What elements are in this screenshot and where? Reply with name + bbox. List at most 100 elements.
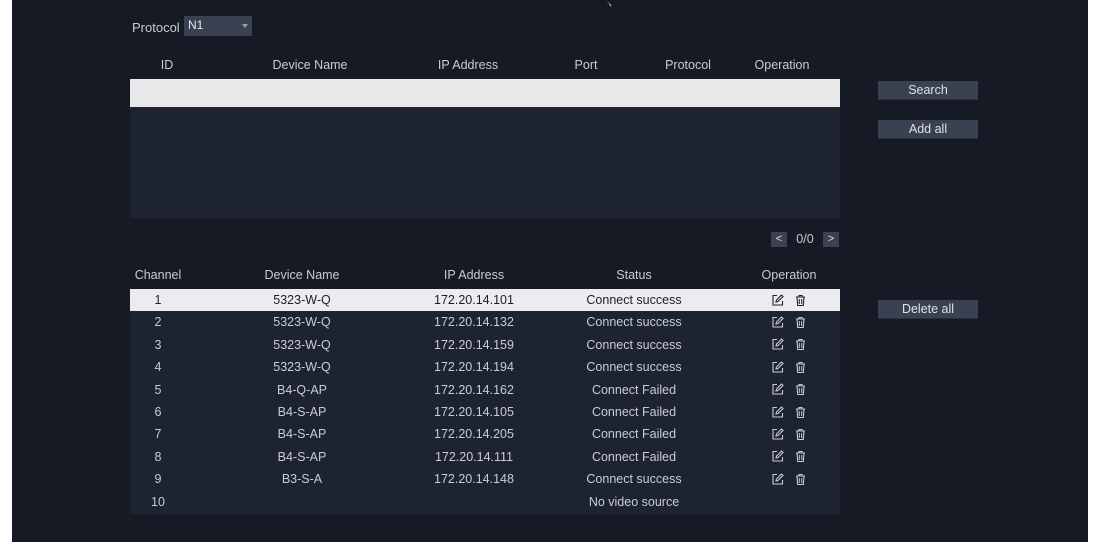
device-name: B4-S-AP <box>277 405 327 419</box>
ip-address: 172.20.14.148 <box>434 472 514 487</box>
search-results-panel <box>130 107 840 218</box>
device-name: B4-S-AP <box>277 427 327 442</box>
channel-table-body: 1 5323-W-Q 172.20.14.101 Connect success 2 53… <box>130 289 840 514</box>
edit-icon[interactable] <box>771 405 784 419</box>
table-row[interactable]: 6 B4-S-AP 172.20.14.105 Connect Failed <box>130 401 840 423</box>
col-device-name: Device Name <box>272 58 348 72</box>
device-name: 5323-W-Q <box>273 360 331 375</box>
channel-number: 6 <box>154 405 162 419</box>
col-device-name: Device Name <box>264 268 340 282</box>
table-row[interactable]: 9 B3-S-A 172.20.14.148 Connect success <box>130 468 840 490</box>
ip-address: 172.20.14.159 <box>434 337 514 352</box>
channel-number: 9 <box>154 472 162 487</box>
search-button[interactable]: Search <box>878 81 978 100</box>
trash-icon[interactable] <box>794 316 807 329</box>
protocol-select-value: N1 <box>188 18 204 32</box>
row-operations <box>738 360 840 374</box>
mouse-cursor-icon <box>606 0 613 8</box>
row-operations <box>738 428 840 441</box>
ip-address: 172.20.14.101 <box>434 293 514 307</box>
row-operations <box>738 405 840 419</box>
ip-address: 172.20.14.194 <box>434 360 514 375</box>
trash-icon[interactable] <box>794 473 807 486</box>
edit-icon[interactable] <box>771 383 784 396</box>
table-row[interactable]: 2 5323-W-Q 172.20.14.132 Connect success <box>130 311 840 333</box>
row-operations <box>738 293 840 307</box>
page-indicator: 0/0 <box>796 232 814 246</box>
ip-address: 172.20.14.162 <box>434 382 514 397</box>
ip-address: 172.20.14.132 <box>434 315 514 330</box>
chevron-down-icon <box>242 24 248 28</box>
device-name: 5323-W-Q <box>273 337 331 352</box>
col-status: Status <box>616 268 652 282</box>
delete-all-button[interactable]: Delete all <box>878 300 978 319</box>
row-operations <box>738 472 840 486</box>
device-name: B4-Q-AP <box>276 382 327 397</box>
edit-icon[interactable] <box>771 316 784 329</box>
search-table-header: ID Device Name IP Address Port Protocol … <box>130 54 840 76</box>
device-name: B4-S-AP <box>277 449 327 464</box>
next-page-button[interactable]: > <box>823 231 839 247</box>
status-text: Connect success <box>586 293 682 307</box>
channel-number: 3 <box>154 337 162 352</box>
edit-icon[interactable] <box>771 338 784 351</box>
table-row[interactable]: 7 B4-S-AP 172.20.14.205 Connect Failed <box>130 423 840 445</box>
row-operations <box>738 383 840 396</box>
device-name: 5323-W-Q <box>273 293 331 307</box>
row-operations <box>738 338 840 351</box>
channel-number: 10 <box>151 494 165 509</box>
status-text: Connect Failed <box>591 427 677 442</box>
status-text: No video source <box>588 494 680 509</box>
edit-icon[interactable] <box>771 450 784 463</box>
trash-icon[interactable] <box>794 406 807 419</box>
status-text: Connect success <box>586 337 682 352</box>
channel-number: 8 <box>154 449 162 464</box>
row-operations <box>738 316 840 329</box>
device-name: 5323-W-Q <box>273 315 331 330</box>
trash-icon[interactable] <box>794 294 807 307</box>
col-id: ID <box>160 58 174 72</box>
protocol-select[interactable]: N1 <box>184 16 252 36</box>
trash-icon[interactable] <box>794 338 807 351</box>
edit-icon[interactable] <box>771 428 784 441</box>
col-port: Port <box>574 58 598 72</box>
channel-number: 1 <box>154 293 162 307</box>
protocol-label: Protocol <box>132 20 180 35</box>
search-result-row-selected[interactable] <box>130 79 840 107</box>
edit-icon[interactable] <box>771 360 784 374</box>
trash-icon[interactable] <box>794 428 807 441</box>
col-operation: Operation <box>754 58 810 72</box>
device-name: B3-S-A <box>281 472 323 487</box>
trash-icon[interactable] <box>794 450 807 463</box>
table-row[interactable]: 10 No video source <box>130 491 840 513</box>
channel-table-header: Channel Device Name IP Address Status Op… <box>130 264 840 286</box>
col-protocol: Protocol <box>665 58 711 72</box>
trash-icon[interactable] <box>794 361 807 374</box>
trash-icon[interactable] <box>794 383 807 396</box>
status-text: Connect success <box>586 472 682 487</box>
table-row[interactable]: 8 B4-S-AP 172.20.14.111 Connect Failed <box>130 446 840 468</box>
status-text: Connect Failed <box>591 382 677 397</box>
ip-address: 172.20.14.111 <box>434 449 514 464</box>
col-ip-address: IP Address <box>437 58 499 72</box>
table-row[interactable]: 1 5323-W-Q 172.20.14.101 Connect success <box>130 289 840 311</box>
table-row[interactable]: 3 5323-W-Q 172.20.14.159 Connect success <box>130 334 840 356</box>
table-row[interactable]: 4 5323-W-Q 172.20.14.194 Connect success <box>130 356 840 378</box>
status-text: Connect success <box>586 360 682 375</box>
prev-page-button[interactable]: < <box>771 231 787 247</box>
ip-address: 172.20.14.105 <box>434 405 514 419</box>
channel-number: 2 <box>154 315 162 330</box>
ip-address: 172.20.14.205 <box>434 427 514 442</box>
status-text: Connect Failed <box>591 405 677 419</box>
status-text: Connect Failed <box>591 449 677 464</box>
channel-number: 7 <box>154 427 162 442</box>
status-text: Connect success <box>586 315 682 330</box>
edit-icon[interactable] <box>771 293 784 307</box>
table-row[interactable]: 5 B4-Q-AP 172.20.14.162 Connect Failed <box>130 379 840 401</box>
col-channel: Channel <box>134 268 182 282</box>
row-operations <box>738 450 840 463</box>
col-ip-address: IP Address <box>443 268 505 282</box>
channel-number: 5 <box>154 382 162 397</box>
edit-icon[interactable] <box>771 472 784 486</box>
add-all-button[interactable]: Add all <box>878 120 978 139</box>
